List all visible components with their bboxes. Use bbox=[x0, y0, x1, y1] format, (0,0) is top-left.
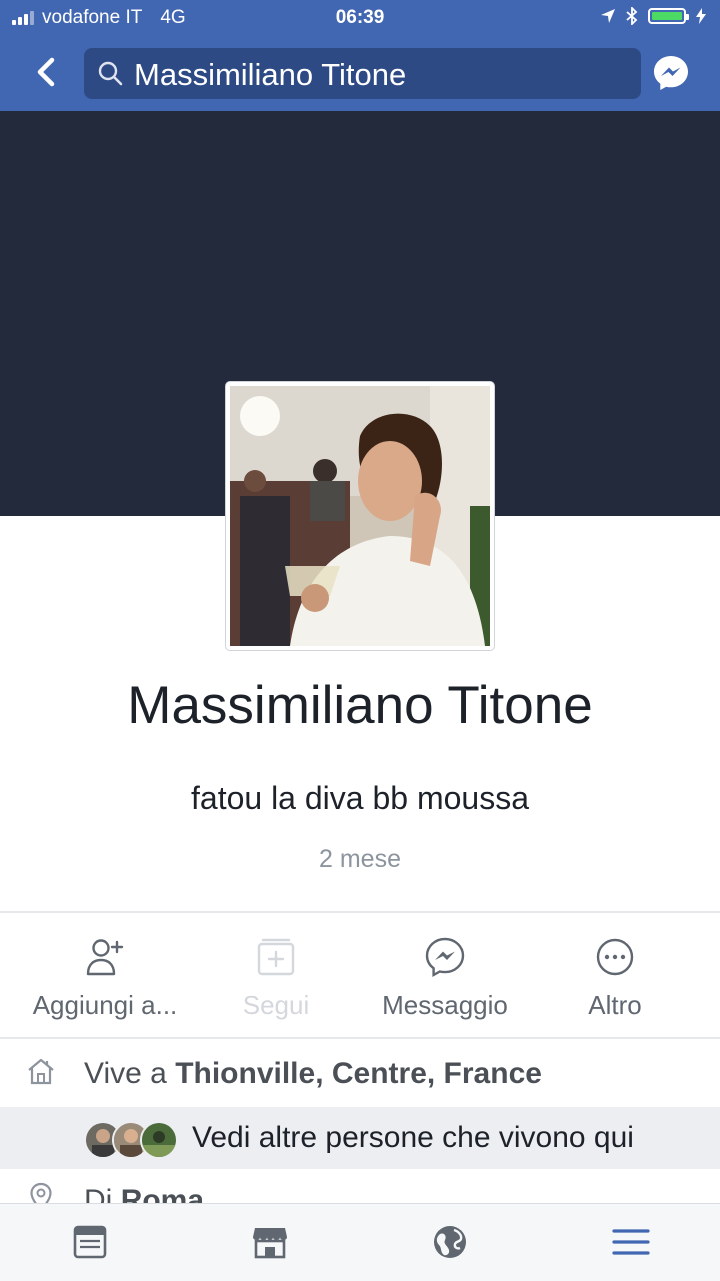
messenger-icon bbox=[425, 937, 465, 978]
location-pin-icon bbox=[30, 1182, 52, 1204]
lives-in-prefix: Vive a bbox=[84, 1057, 167, 1090]
add-friend-label: Aggiungi a... bbox=[32, 990, 178, 1020]
more-label: Altro bbox=[588, 990, 642, 1020]
more-icon bbox=[596, 938, 634, 976]
follow-label: Segui bbox=[242, 990, 310, 1020]
location-arrow-icon bbox=[601, 9, 615, 23]
status-bar: vodafone IT 4G 06:39 bbox=[0, 0, 720, 36]
news-feed-icon[interactable] bbox=[70, 1222, 110, 1262]
profile-name: Massimiliano Titone bbox=[127, 676, 593, 735]
more-button[interactable]: Altro bbox=[525, 920, 705, 1038]
hometown-row[interactable]: Di Roma bbox=[0, 1170, 720, 1204]
navigation-bar: Massimiliano Titone bbox=[0, 40, 720, 106]
resident-avatars bbox=[84, 1121, 180, 1159]
add-friend-icon bbox=[86, 939, 124, 976]
messenger-icon[interactable] bbox=[651, 53, 691, 93]
lives-in-text: Vive a Thionville, Centre, France bbox=[84, 1057, 542, 1091]
marketplace-icon[interactable] bbox=[250, 1222, 290, 1262]
divider bbox=[0, 1037, 720, 1039]
see-other-residents-text: Vedi altre persone che vivono qui bbox=[192, 1121, 634, 1154]
lives-in-place[interactable]: Thionville, Centre, France bbox=[175, 1057, 542, 1090]
bluetooth-icon bbox=[626, 7, 638, 25]
bottom-tab-bar bbox=[0, 1203, 720, 1281]
search-query-text: Massimiliano Titone bbox=[134, 57, 407, 92]
follow-icon bbox=[257, 938, 295, 976]
battery-icon bbox=[648, 8, 689, 24]
hometown-place[interactable]: Roma bbox=[121, 1184, 204, 1204]
profile-picture[interactable] bbox=[226, 382, 494, 650]
back-chevron-icon[interactable] bbox=[26, 52, 66, 92]
search-input[interactable]: Massimiliano Titone bbox=[84, 48, 641, 99]
globe-icon[interactable] bbox=[430, 1222, 470, 1262]
hometown-text: Di Roma bbox=[84, 1184, 204, 1204]
profile-tagline: fatou la diva bb moussa bbox=[191, 780, 529, 816]
profile-photo-image bbox=[230, 386, 490, 646]
menu-icon[interactable] bbox=[611, 1222, 651, 1262]
charging-bolt-icon bbox=[696, 8, 706, 24]
avatar bbox=[140, 1121, 178, 1159]
see-other-residents-row[interactable]: Vedi altre persone che vivono qui bbox=[0, 1107, 720, 1169]
hometown-prefix: Di bbox=[84, 1184, 113, 1204]
add-friend-button[interactable]: Aggiungi a... bbox=[15, 920, 195, 1038]
home-icon bbox=[28, 1058, 54, 1085]
profile-timestamp: 2 mese bbox=[319, 845, 401, 873]
divider bbox=[0, 911, 720, 913]
top-bar: vodafone IT 4G 06:39 Massimiliano Titone bbox=[0, 0, 720, 111]
message-label: Messaggio bbox=[382, 990, 508, 1020]
message-button[interactable]: Messaggio bbox=[355, 920, 535, 1038]
profile-actions: Aggiungi a... Segui Messaggio Altro bbox=[0, 920, 720, 1038]
follow-button[interactable]: Segui bbox=[186, 920, 366, 1038]
search-icon bbox=[98, 61, 123, 86]
lives-in-row[interactable]: Vive a Thionville, Centre, France bbox=[0, 1040, 720, 1108]
